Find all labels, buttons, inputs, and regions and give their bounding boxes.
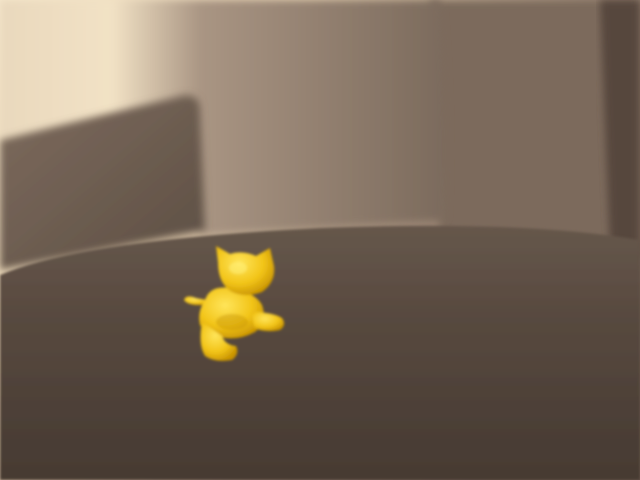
- sofa-photo: [0, 0, 640, 480]
- sofa-seat-cushion: [0, 225, 640, 480]
- photo-scene: [0, 0, 640, 480]
- kitten-highlight: [229, 262, 247, 274]
- kitten-body-shade: [216, 314, 248, 330]
